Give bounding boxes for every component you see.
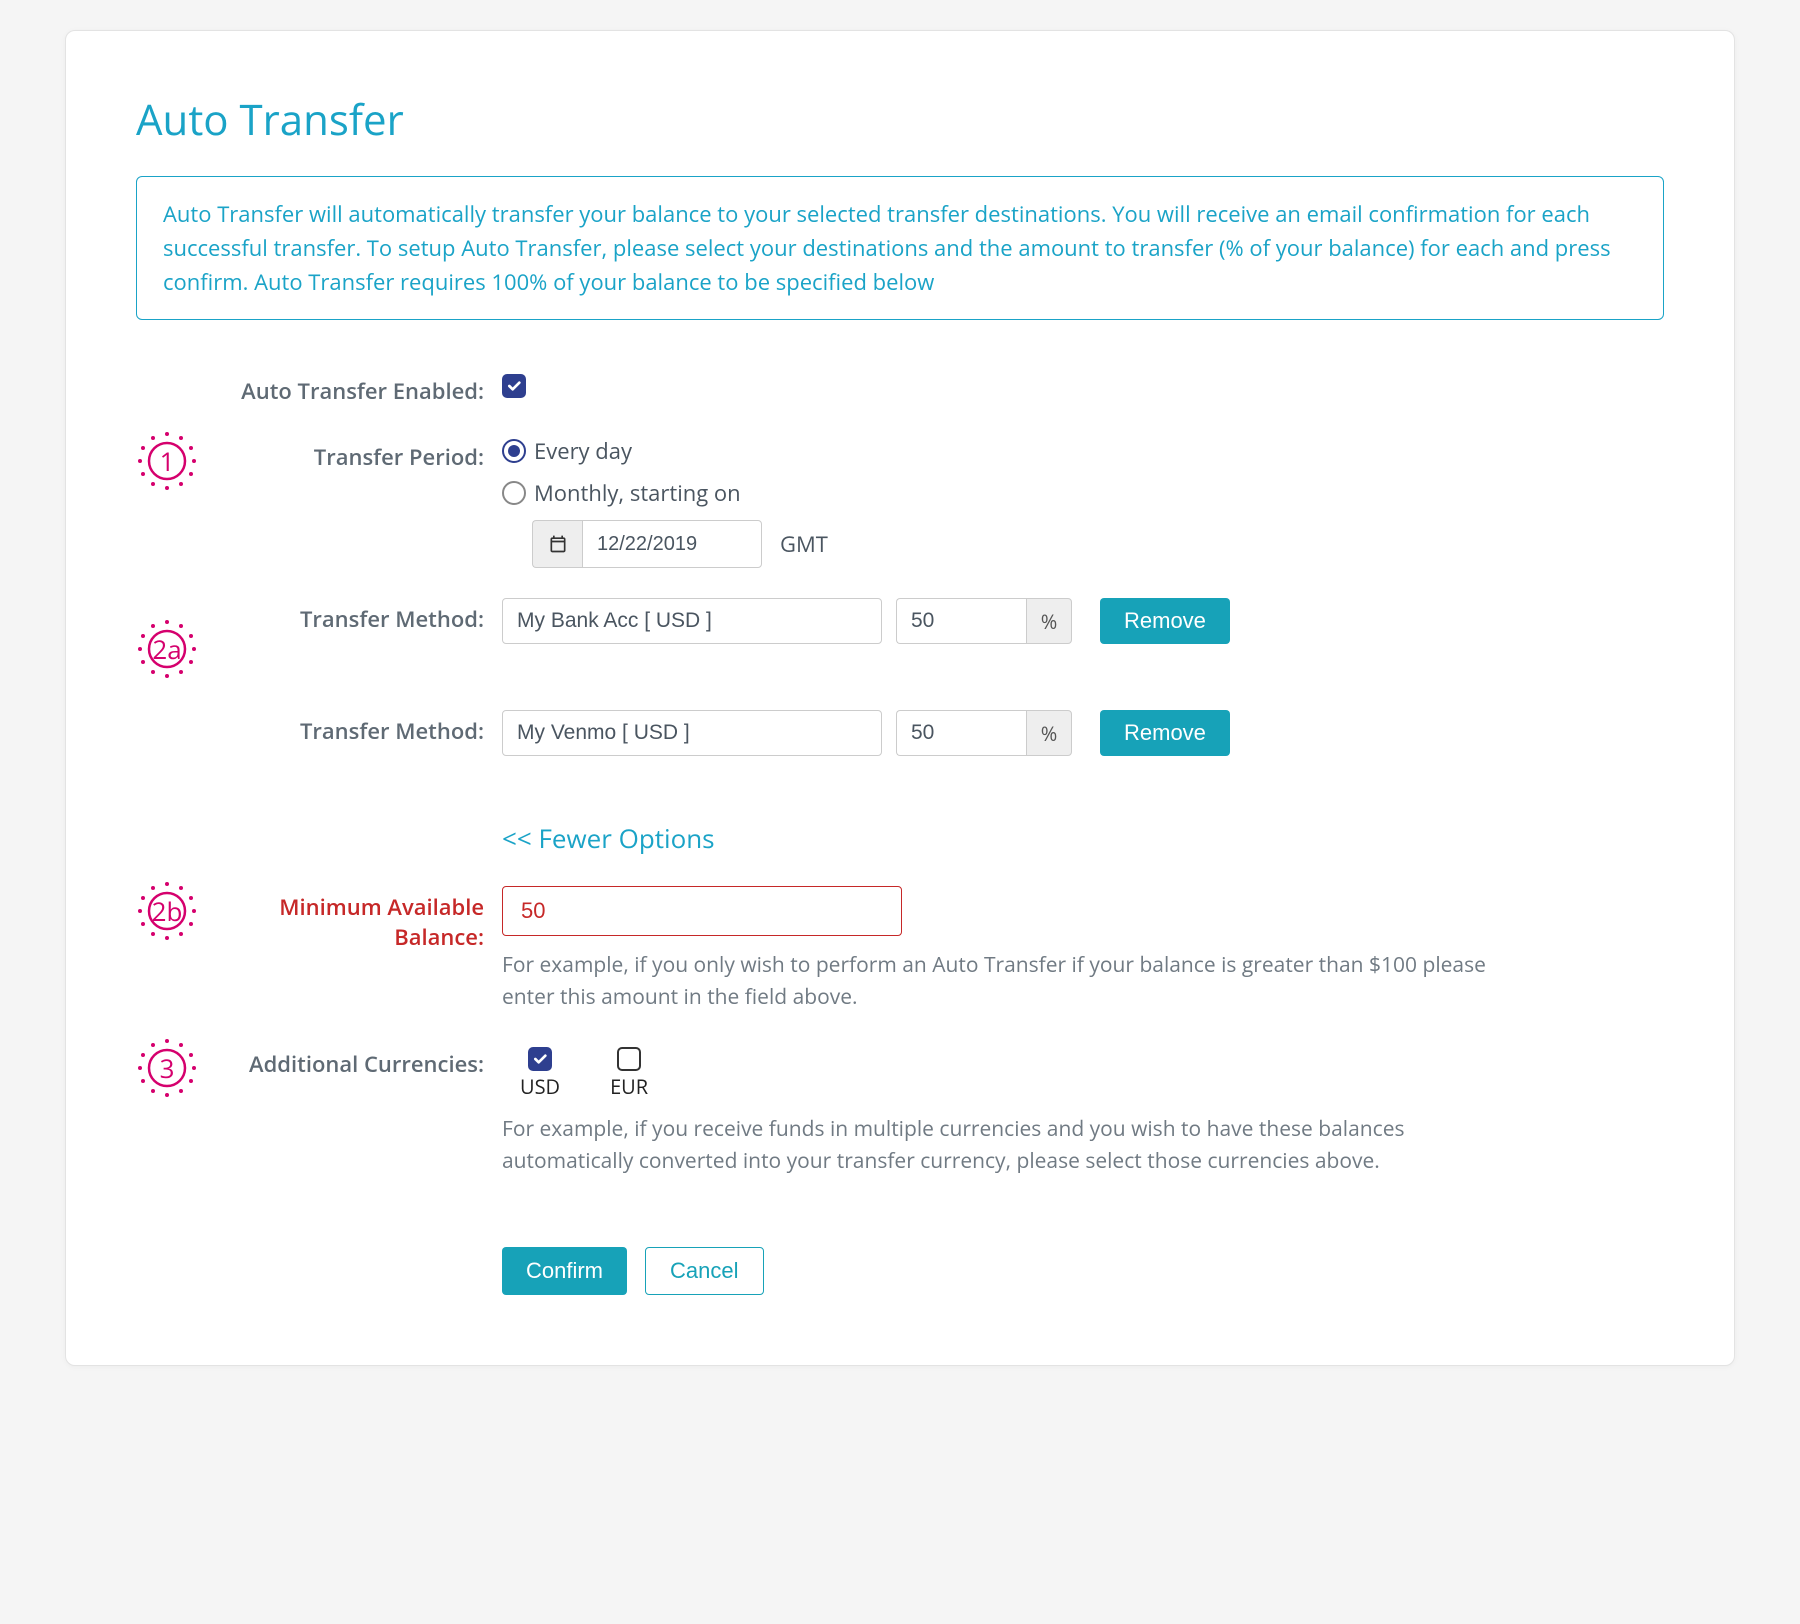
label-enabled: Auto Transfer Enabled: [234, 370, 484, 406]
period-monthly-label: Monthly, starting on [534, 478, 741, 508]
info-box: Auto Transfer will automatically transfe… [136, 176, 1664, 320]
auto-transfer-enabled-checkbox[interactable] [502, 374, 526, 398]
transfer-method-2-pct[interactable] [896, 710, 1026, 756]
percent-addon: % [1026, 598, 1072, 644]
timezone-label: GMT [780, 529, 828, 559]
label-method-1: Transfer Method: [234, 598, 484, 634]
currency-eur-checkbox[interactable] [617, 1047, 641, 1071]
period-monthly-radio[interactable] [502, 481, 526, 505]
period-date-input[interactable] [582, 520, 762, 568]
page-title: Auto Transfer [136, 91, 1664, 148]
confirm-button[interactable]: Confirm [502, 1247, 627, 1295]
cancel-button[interactable]: Cancel [645, 1247, 763, 1295]
label-currencies: Additional Currencies: [234, 1043, 484, 1079]
step-bullet-1: 1 [136, 430, 198, 492]
period-every-day-label: Every day [534, 436, 632, 466]
currencies-help: For example, if you receive funds in mul… [502, 1114, 1502, 1177]
label-period: Transfer Period: [234, 436, 484, 472]
remove-method-2-button[interactable]: Remove [1100, 710, 1230, 756]
currency-usd-checkbox[interactable] [528, 1047, 552, 1071]
period-every-day-radio[interactable] [502, 439, 526, 463]
step-bullet-3: 3 [136, 1037, 198, 1099]
min-balance-help: For example, if you only wish to perform… [502, 950, 1502, 1013]
step-bullet-2b: 2b [136, 880, 198, 942]
label-min-balance: Minimum Available Balance: [234, 886, 484, 952]
remove-method-1-button[interactable]: Remove [1100, 598, 1230, 644]
label-method-2: Transfer Method: [234, 710, 484, 746]
percent-addon: % [1026, 710, 1072, 756]
step-bullet-2a: 2a [136, 618, 198, 680]
currency-eur-label: EUR [610, 1073, 648, 1100]
check-icon [532, 1051, 548, 1067]
transfer-method-2-select[interactable] [502, 710, 882, 756]
fewer-options-link[interactable]: << Fewer Options [502, 820, 715, 856]
calendar-icon[interactable] [532, 520, 582, 568]
transfer-method-1-pct[interactable] [896, 598, 1026, 644]
currency-usd-label: USD [520, 1073, 560, 1100]
transfer-method-1-select[interactable] [502, 598, 882, 644]
check-icon [506, 378, 522, 394]
auto-transfer-card: Auto Transfer Auto Transfer will automat… [65, 30, 1735, 1366]
min-balance-input[interactable] [502, 886, 902, 936]
